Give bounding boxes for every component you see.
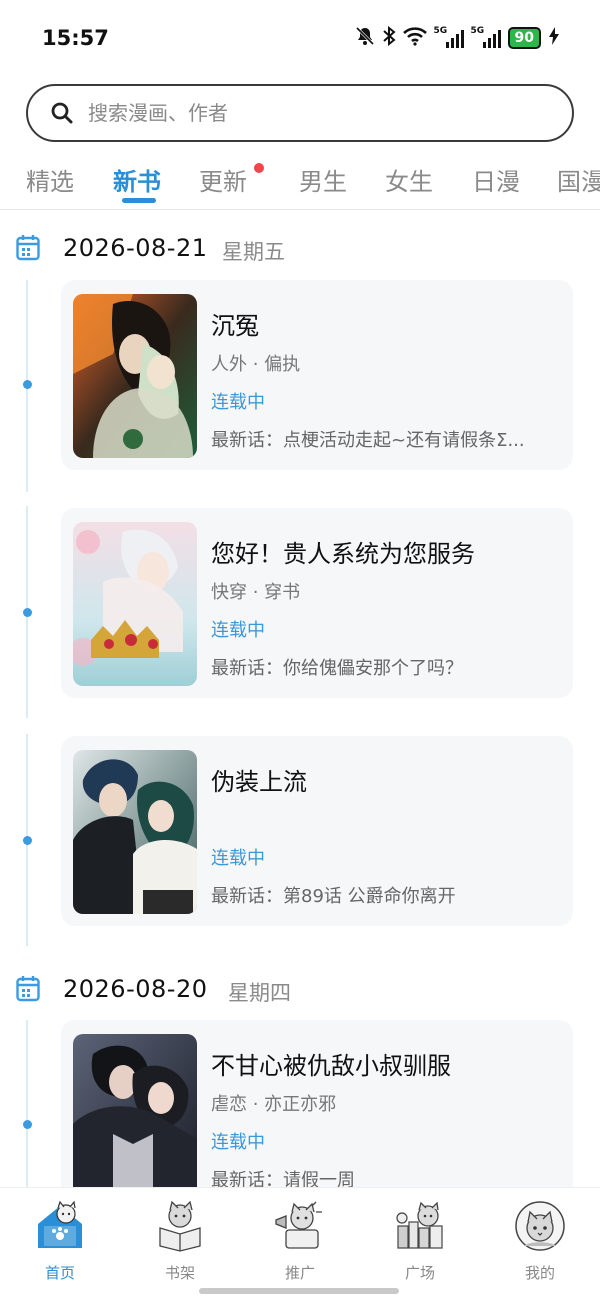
comic-tags: 虐恋 · 亦正亦邪 [211, 1094, 337, 1115]
comic-cover[interactable] [73, 750, 197, 914]
comic-title[interactable]: 伪装上流 [211, 762, 307, 797]
comic-status: 连载中 [211, 1132, 265, 1153]
comic-latest-chapter: 最新话：你给傀儡安那个了吗？ [211, 658, 463, 679]
comic-title[interactable]: 沉冤 [211, 306, 259, 341]
tab-chinese[interactable]: 国漫 [557, 162, 600, 197]
tab-featured[interactable]: 精选 [26, 162, 74, 197]
date-header: 2026-08-21 星期五 [0, 230, 600, 270]
comic-title[interactable]: 不甘心被仇敌小叔驯服 [211, 1046, 451, 1081]
bookshelf-cat-icon [159, 1200, 201, 1252]
nav-profile[interactable]: 我的 [500, 1196, 580, 1286]
timeline-line [26, 1020, 28, 1190]
battery-indicator: 90 [507, 27, 541, 49]
bluetooth-icon [382, 25, 396, 50]
calendar-icon [16, 976, 40, 1002]
nav-bookshelf[interactable]: 书架 [140, 1196, 220, 1286]
category-tabs: 精选 新书 更新 男生 女生 日漫 国漫 [0, 158, 600, 210]
status-time: 15:57 [42, 26, 109, 50]
section-date: 2026-08-20 [63, 975, 208, 1003]
comic-card[interactable]: 沉冤 人外 · 偏执 连载中 最新话：点梗活动走起~还有请假条Σ... [61, 280, 573, 470]
signal-5g-icon-2: 5G [471, 26, 501, 48]
comic-tags: 人外 · 偏执 [211, 354, 301, 375]
tab-female[interactable]: 女生 [385, 162, 433, 197]
comic-status: 连载中 [211, 620, 265, 641]
comic-cover[interactable] [73, 294, 197, 458]
nav-profile-label: 我的 [524, 1264, 555, 1282]
search-input[interactable] [88, 101, 508, 125]
comic-title[interactable]: 您好！贵人系统为您服务 [211, 534, 475, 569]
nav-plaza-label: 广场 [404, 1264, 435, 1282]
mute-bell-icon [355, 26, 375, 50]
tab-updates[interactable]: 更新 [199, 162, 247, 197]
comic-cover[interactable] [73, 1034, 197, 1198]
search-bar[interactable] [26, 84, 574, 142]
active-tab-indicator [122, 198, 156, 203]
section-date: 2026-08-21 [63, 234, 208, 262]
nav-promote[interactable]: 推广 [260, 1196, 340, 1286]
comic-status: 连载中 [211, 848, 265, 869]
wifi-icon [402, 26, 427, 50]
signal-5g-icon: 5G [434, 26, 464, 48]
promote-cat-icon [275, 1201, 322, 1249]
timeline-dot [23, 836, 32, 845]
home-cat-icon [38, 1200, 82, 1248]
section-weekday: 星期四 [228, 981, 291, 1005]
tab-japanese[interactable]: 日漫 [472, 162, 520, 197]
nav-bookshelf-label: 书架 [164, 1264, 195, 1282]
comic-latest-chapter: 最新话：第89话 公爵命你离开 [211, 886, 456, 907]
plaza-cat-icon [396, 1201, 443, 1249]
search-icon [51, 102, 73, 124]
comic-status: 连载中 [211, 392, 265, 413]
charging-icon [548, 26, 560, 51]
date-header: 2026-08-20 星期四 [0, 971, 600, 1011]
section-weekday: 星期五 [222, 240, 285, 264]
comic-cover[interactable] [73, 522, 197, 686]
comic-latest-chapter: 最新话：点梗活动走起~还有请假条Σ... [211, 430, 525, 451]
calendar-icon [16, 235, 40, 261]
comic-card[interactable]: 不甘心被仇敌小叔驯服 虐恋 · 亦正亦邪 连载中 最新话：请假一周 [61, 1020, 573, 1210]
update-badge [254, 163, 264, 173]
comic-card[interactable]: 伪装上流 连载中 最新话：第89话 公爵命你离开 [61, 736, 573, 926]
comic-tags: 快穿 · 穿书 [211, 582, 301, 603]
tab-new-books[interactable]: 新书 [113, 162, 161, 197]
gesture-home-bar[interactable] [199, 1288, 399, 1294]
profile-cat-icon [515, 1201, 565, 1251]
comic-card[interactable]: 您好！贵人系统为您服务 快穿 · 穿书 连载中 最新话：你给傀儡安那个了吗？ [61, 508, 573, 698]
tab-male[interactable]: 男生 [299, 162, 347, 197]
nav-promote-label: 推广 [284, 1264, 315, 1282]
timeline-dot [23, 1120, 32, 1129]
timeline-dot [23, 380, 32, 389]
status-icons: 5G 5G 90 [355, 24, 560, 52]
timeline-dot [23, 608, 32, 617]
nav-plaza[interactable]: 广场 [380, 1196, 460, 1286]
status-bar: 15:57 5G 5G 90 [0, 0, 600, 78]
nav-home-label: 首页 [44, 1264, 75, 1282]
nav-home[interactable]: 首页 [20, 1196, 100, 1286]
